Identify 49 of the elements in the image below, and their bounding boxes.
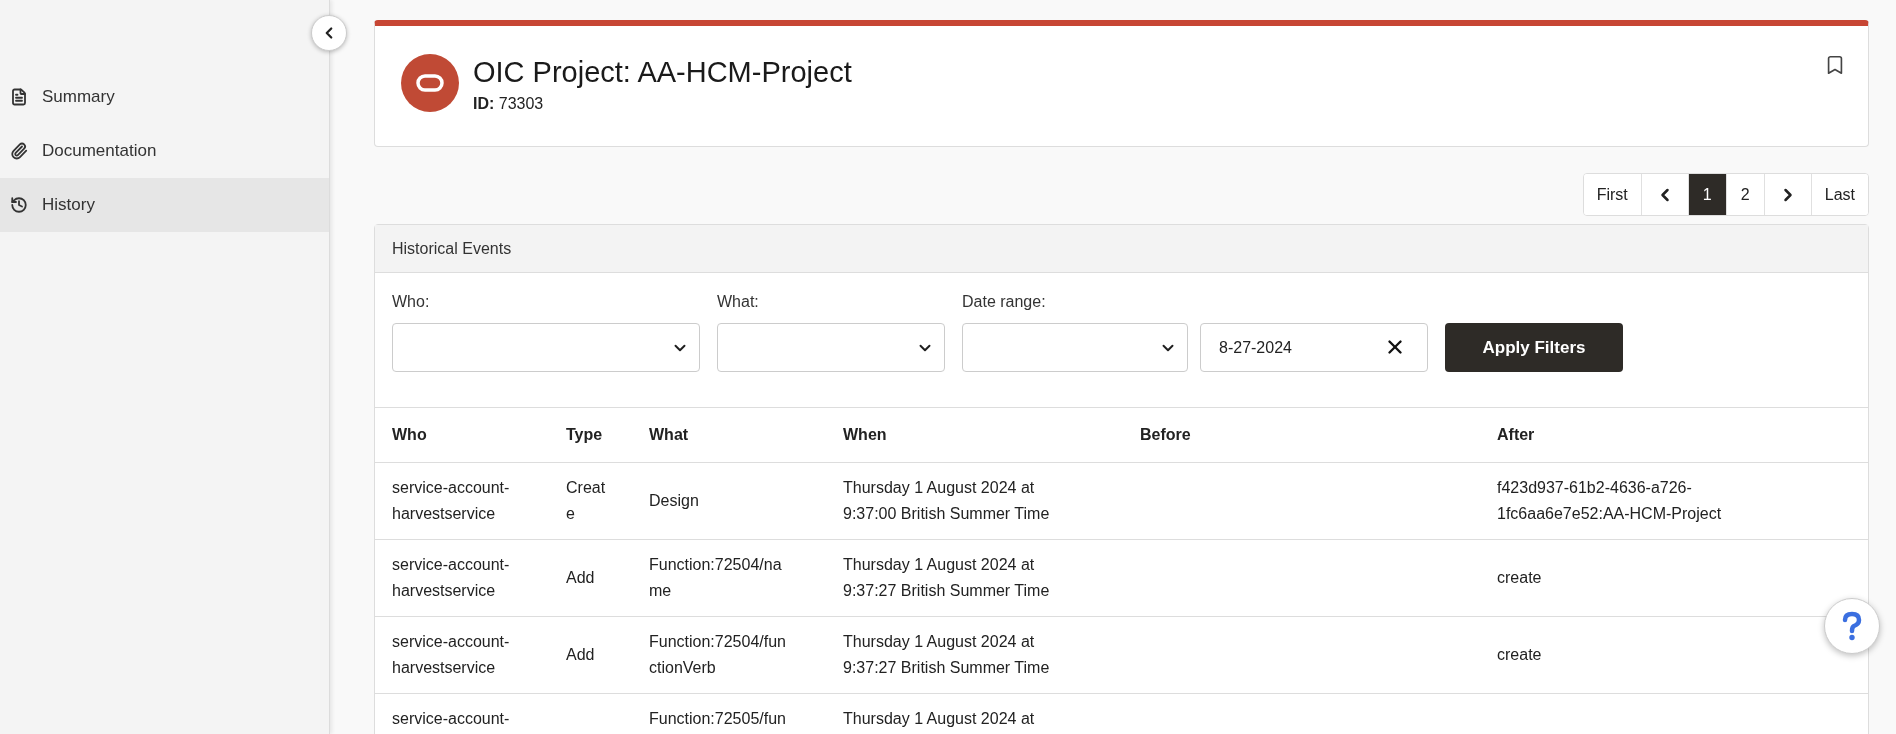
- column-header: Before: [1140, 426, 1191, 444]
- page-button[interactable]: 1: [1687, 174, 1726, 215]
- paperclip-icon: [10, 142, 28, 160]
- sidebar-item-label: Summary: [42, 87, 115, 107]
- filter-label: Who:: [392, 293, 431, 311]
- filter-label: Date range:: [962, 293, 1047, 311]
- collapse-button[interactable]: [311, 15, 347, 51]
- document-icon: [10, 88, 28, 106]
- table-cell-text: Thursday 1 August 2024 at: [843, 709, 1035, 729]
- table-cell-text: Function:72505/fun: [649, 709, 786, 729]
- dropdown-field[interactable]: [717, 323, 945, 372]
- table-cell-text: Thursday 1 August 2024 at 9:37:00 British Summer Time: [843, 478, 1051, 524]
- dropdown-field[interactable]: [392, 323, 700, 372]
- column-header: Type: [566, 426, 603, 444]
- table-cell-text: Function:72504/name: [649, 555, 783, 601]
- sidebar-item[interactable]: History: [0, 178, 329, 232]
- column-header: After: [1497, 426, 1535, 444]
- logo-icon: [401, 54, 459, 112]
- question-mark-icon: [1842, 611, 1862, 641]
- table-cell-text: Add: [566, 568, 595, 588]
- table-cell-text: service-account-harvestservice: [392, 632, 511, 678]
- sidebar-item[interactable]: Summary: [0, 70, 329, 124]
- column-header: When: [843, 426, 887, 444]
- table-cell-text: create: [1497, 645, 1542, 665]
- apply-filters-button[interactable]: Apply Filters: [1445, 323, 1623, 372]
- history-icon: [10, 196, 28, 214]
- table-cell-text: Design: [649, 491, 699, 511]
- table-cell-text: service-account-: [392, 709, 511, 729]
- column-header: Who: [392, 426, 427, 444]
- table-cell-text: create: [1497, 568, 1542, 588]
- table-cell-text: Create: [566, 478, 607, 524]
- dropdown-field[interactable]: [962, 323, 1188, 372]
- table-cell-text: Function:72504/functionVerb: [649, 632, 787, 678]
- project-id: ID: 73303: [473, 95, 545, 113]
- table-cell-text: service-account-harvestservice: [392, 478, 511, 524]
- panel-title: Historical Events: [392, 239, 512, 258]
- date-field[interactable]: 8-27-2024: [1200, 323, 1428, 372]
- filter-label: What:: [717, 293, 760, 311]
- sidebar-item-label: History: [42, 195, 95, 215]
- sidebar-item[interactable]: Documentation: [0, 124, 329, 178]
- page-button[interactable]: Last: [1810, 174, 1868, 215]
- sidebar-item-label: Documentation: [42, 141, 157, 161]
- table-cell-text: Add: [566, 645, 595, 665]
- project-title: OIC Project: AA-HCM-Project: [473, 56, 853, 89]
- column-header: What: [649, 426, 689, 444]
- table-cell-text: f423d937-61b2-4636-a726-1fc6aa6e7e52:AA-HCM-Project: [1497, 478, 1723, 524]
- table-cell-text: service-account-harvestservice: [392, 555, 511, 601]
- table-cell-text: Thursday 1 August 2024 at 9:37:27 British Summer Time: [843, 632, 1051, 678]
- table-cell-text: Thursday 1 August 2024 at 9:37:27 British Summer Time: [843, 555, 1051, 601]
